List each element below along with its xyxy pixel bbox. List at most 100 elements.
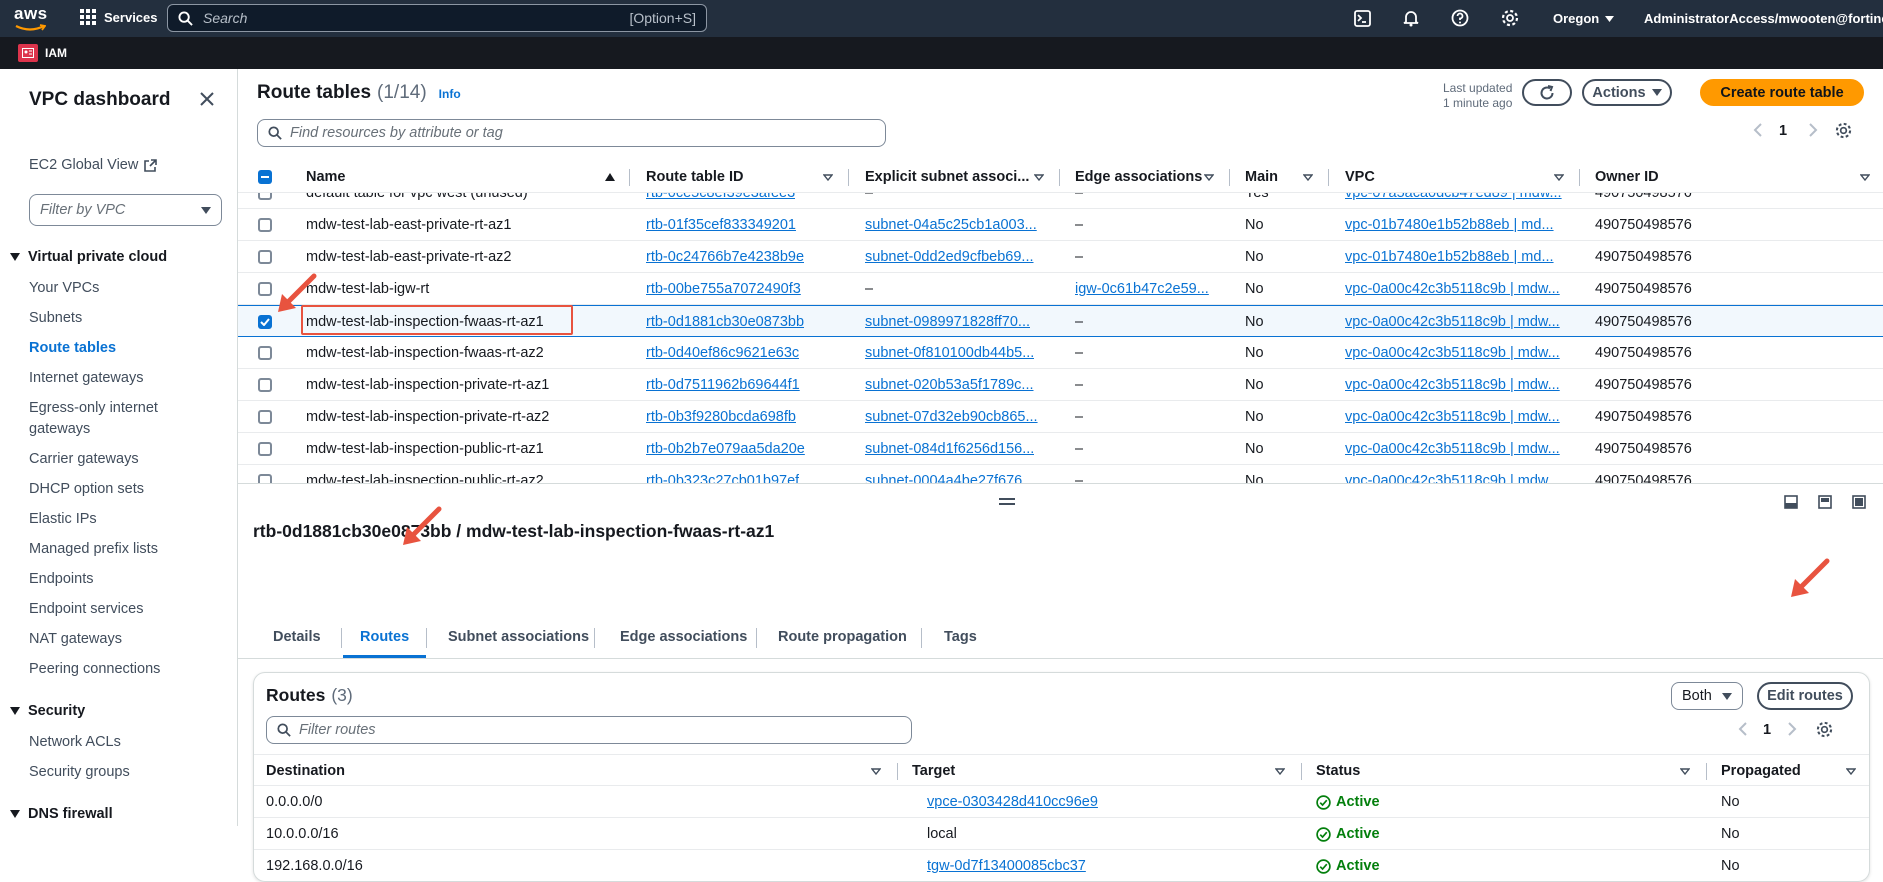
column-vpc[interactable]: VPC bbox=[1345, 161, 1375, 193]
vpc-link[interactable]: vpc-0a00c42c3b5118c9b | mdw... bbox=[1345, 409, 1560, 425]
table-row[interactable]: mdw-test-lab-east-private-rt-az1 rtb-01f3… bbox=[238, 209, 1883, 241]
account-menu[interactable]: AdministratorAccess/mwooten@fortinet.com bbox=[1644, 11, 1883, 26]
subnet-association-link[interactable]: subnet-020b53a5f1789c... bbox=[865, 377, 1034, 393]
cloudshell-icon[interactable] bbox=[1354, 10, 1371, 27]
filter-routes-input[interactable]: Filter routes bbox=[266, 716, 912, 744]
view-full-icon[interactable] bbox=[1852, 495, 1866, 509]
subnet-association-link[interactable]: subnet-0989971828ff70... bbox=[865, 314, 1030, 330]
row-checkbox[interactable] bbox=[258, 193, 272, 200]
row-checkbox[interactable] bbox=[258, 410, 272, 424]
prev-page-icon[interactable] bbox=[1753, 122, 1763, 138]
sort-icon[interactable] bbox=[1554, 174, 1564, 181]
column-edge-associations[interactable]: Edge associations bbox=[1075, 161, 1202, 193]
bell-icon[interactable] bbox=[1402, 9, 1420, 27]
route-table-id-link[interactable]: rtb-0d1881cb30e0873bb bbox=[646, 314, 804, 330]
table-row[interactable]: mdw-test-lab-inspection-private-rt-az1 rt… bbox=[238, 369, 1883, 401]
sidebar-item-network-acls[interactable]: Network ACLs bbox=[29, 734, 121, 750]
subnet-association-link[interactable]: subnet-084d1f6256d156... bbox=[865, 441, 1034, 457]
column-propagated[interactable]: Propagated bbox=[1721, 755, 1801, 787]
help-icon[interactable] bbox=[1451, 9, 1469, 27]
actions-button[interactable]: Actions bbox=[1582, 79, 1672, 106]
tab-tags[interactable]: Tags bbox=[944, 616, 977, 658]
view-side-split-icon[interactable] bbox=[1818, 495, 1832, 509]
table-row[interactable]: mdw-test-lab-inspection-fwaas-rt-az2 rtb-… bbox=[238, 337, 1883, 369]
tab-subnet-associations[interactable]: Subnet associations bbox=[448, 616, 589, 658]
route-table-id-link[interactable]: rtb-00be755a7072490f3 bbox=[646, 281, 801, 297]
sort-icon[interactable] bbox=[823, 174, 833, 181]
vpc-link[interactable]: vpc-0a00c42c3b5118c9b | mdw... bbox=[1345, 345, 1560, 361]
routes-page-number[interactable]: 1 bbox=[1763, 722, 1771, 738]
subnet-association-link[interactable]: subnet-04a5c25cb1a003... bbox=[865, 217, 1037, 233]
table-row[interactable]: default table for vpc west (unused) rtb-0… bbox=[238, 193, 1883, 209]
refresh-button[interactable] bbox=[1522, 79, 1572, 106]
global-search-input[interactable]: Search [Option+S] bbox=[167, 4, 707, 32]
vpc-link[interactable]: vpc-0a00c42c3b5118c9b | mdw... bbox=[1345, 314, 1560, 330]
sort-icon[interactable] bbox=[1860, 174, 1870, 181]
vpc-link[interactable]: vpc-0a00c42c3b5118c9b | mdw... bbox=[1345, 281, 1560, 297]
select-all-checkbox[interactable] bbox=[258, 170, 272, 184]
subnet-association-link[interactable]: subnet-0dd2ed9cfbeb69... bbox=[865, 249, 1034, 265]
tab-edge-associations[interactable]: Edge associations bbox=[620, 616, 747, 658]
tab-route-propagation[interactable]: Route propagation bbox=[778, 616, 907, 658]
info-link[interactable]: Info bbox=[439, 87, 461, 101]
filter-by-vpc-select[interactable]: Filter by VPC bbox=[29, 194, 222, 226]
prev-page-icon[interactable] bbox=[1738, 721, 1748, 737]
sidebar-item-managed-prefix-lists[interactable]: Managed prefix lists bbox=[29, 541, 158, 557]
sidebar-item-your-vpcs[interactable]: Your VPCs bbox=[29, 280, 99, 296]
section-dns-firewall[interactable]: DNS firewall bbox=[10, 806, 113, 822]
sort-icon[interactable] bbox=[1303, 174, 1313, 181]
sort-ascending-icon[interactable] bbox=[605, 173, 615, 181]
sidebar-item-egress-only-internet-gateways-line2[interactable]: gateways bbox=[29, 421, 90, 437]
column-name[interactable]: Name bbox=[306, 161, 346, 193]
drag-handle-icon[interactable] bbox=[999, 498, 1015, 500]
table-row[interactable]: mdw-test-lab-inspection-fwaas-rt-az1 rtb-… bbox=[238, 305, 1883, 337]
sidebar-item-security-groups[interactable]: Security groups bbox=[29, 764, 130, 780]
sidebar-item-dhcp-option-sets[interactable]: DHCP option sets bbox=[29, 481, 144, 497]
table-row[interactable]: mdw-test-lab-inspection-public-rt-az2 rtb… bbox=[238, 465, 1883, 483]
vpc-link[interactable]: vpc-01b7480e1b52b88eb | md... bbox=[1345, 217, 1554, 233]
vpc-link[interactable]: vpc-01b7480e1b52b88eb | md... bbox=[1345, 249, 1554, 265]
iam-service-label[interactable]: IAM bbox=[45, 46, 67, 60]
column-status[interactable]: Status bbox=[1316, 755, 1360, 787]
sort-icon[interactable] bbox=[1204, 174, 1214, 181]
find-resources-input[interactable]: Find resources by attribute or tag bbox=[257, 119, 886, 147]
sidebar-item-peering-connections[interactable]: Peering connections bbox=[29, 661, 160, 677]
vpc-link[interactable]: vpc-07a5aca0dcb47ed89 | mdw... bbox=[1345, 193, 1562, 201]
next-page-icon[interactable] bbox=[1808, 122, 1818, 138]
row-checkbox[interactable] bbox=[258, 378, 272, 392]
table-row[interactable]: mdw-test-lab-inspection-private-rt-az2 rt… bbox=[238, 401, 1883, 433]
column-explicit-subnet-associations[interactable]: Explicit subnet associ... bbox=[865, 161, 1029, 193]
column-main[interactable]: Main bbox=[1245, 161, 1278, 193]
route-table-id-link[interactable]: rtb-0ce5c8ef39e3afee3 bbox=[646, 193, 795, 201]
column-target[interactable]: Target bbox=[912, 755, 955, 787]
route-table-id-link[interactable]: rtb-0d7511962b69644f1 bbox=[646, 377, 800, 393]
region-selector[interactable]: Oregon bbox=[1553, 11, 1615, 26]
preferences-gear-icon[interactable] bbox=[1835, 122, 1852, 139]
settings-gear-icon[interactable] bbox=[1501, 9, 1519, 27]
drag-handle-icon-line2[interactable] bbox=[999, 503, 1015, 505]
page-number[interactable]: 1 bbox=[1779, 123, 1787, 139]
route-table-id-link[interactable]: rtb-0b323c27cb01b97ef bbox=[646, 473, 799, 483]
sidebar-item-egress-only-internet-gateways[interactable]: Egress-only internet bbox=[29, 400, 158, 416]
sidebar-item-subnets[interactable]: Subnets bbox=[29, 310, 82, 326]
next-page-icon[interactable] bbox=[1787, 721, 1797, 737]
row-checkbox[interactable] bbox=[258, 315, 272, 329]
section-virtual-private-cloud[interactable]: Virtual private cloud bbox=[10, 249, 167, 265]
route-table-id-link[interactable]: rtb-01f35cef833349201 bbox=[646, 217, 796, 233]
vpc-link[interactable]: vpc-0a00c42c3b5118c9b | mdw... bbox=[1345, 473, 1560, 483]
edge-association-link[interactable]: igw-0c61b47c2e59... bbox=[1075, 281, 1209, 297]
row-checkbox[interactable] bbox=[258, 442, 272, 456]
row-checkbox[interactable] bbox=[258, 346, 272, 360]
table-row[interactable]: mdw-test-lab-east-private-rt-az2 rtb-0c24… bbox=[238, 241, 1883, 273]
route-table-id-link[interactable]: rtb-0b2b7e079aa5da20e bbox=[646, 441, 805, 457]
sort-icon[interactable] bbox=[1034, 174, 1044, 181]
sidebar-item-carrier-gateways[interactable]: Carrier gateways bbox=[29, 451, 139, 467]
sidebar-item-route-tables[interactable]: Route tables bbox=[29, 340, 116, 356]
vpc-link[interactable]: vpc-0a00c42c3b5118c9b | mdw... bbox=[1345, 441, 1560, 457]
vpc-link[interactable]: vpc-0a00c42c3b5118c9b | mdw... bbox=[1345, 377, 1560, 393]
row-checkbox[interactable] bbox=[258, 282, 272, 296]
subnet-association-link[interactable]: subnet-0004a4be27f676... bbox=[865, 473, 1034, 483]
route-table-id-link[interactable]: rtb-0b3f9280bcda698fb bbox=[646, 409, 796, 425]
routes-preferences-gear-icon[interactable] bbox=[1816, 721, 1833, 738]
ec2-global-view-link[interactable]: EC2 Global View bbox=[29, 157, 158, 173]
